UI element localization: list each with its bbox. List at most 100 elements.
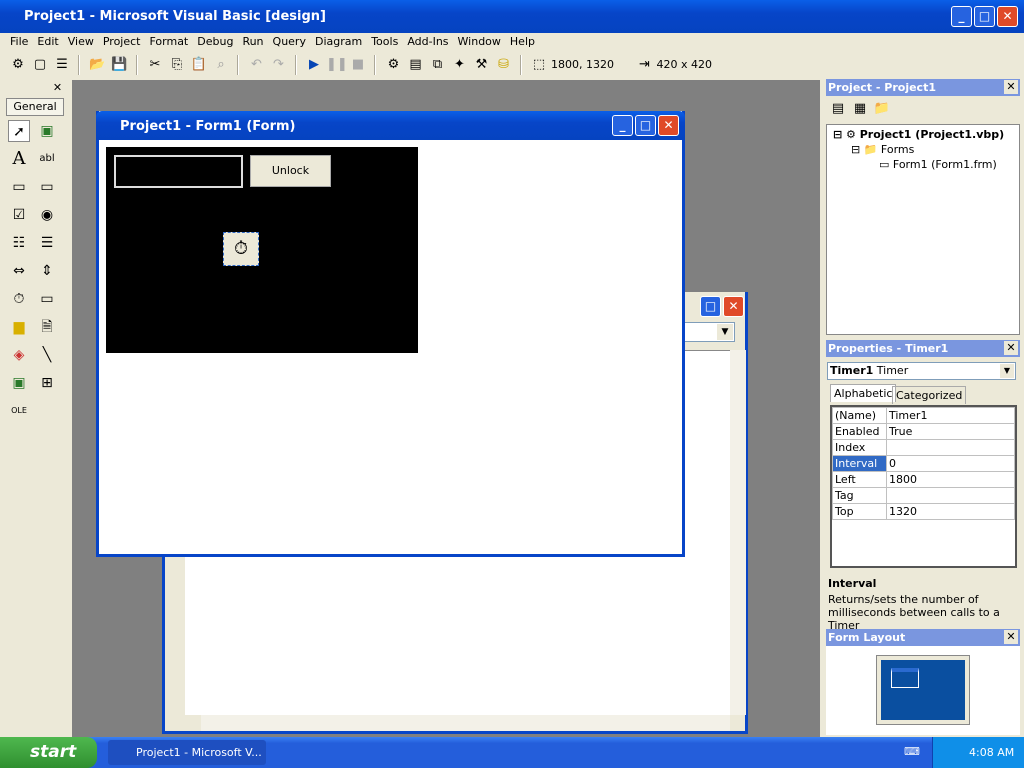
end-icon[interactable]: ■ — [348, 55, 368, 75]
combobox-icon[interactable]: ☷ — [8, 232, 30, 254]
property-row[interactable]: Top 1320 — [832, 503, 1015, 520]
project-explorer-icon[interactable]: ⚙ — [384, 55, 404, 75]
image-icon[interactable]: ▣ — [8, 372, 30, 394]
picturebox-icon[interactable]: ▣ — [36, 120, 58, 142]
ole-icon[interactable]: OLE — [8, 400, 30, 422]
undo-icon[interactable]: ↶ — [247, 55, 267, 75]
form-maximize-button[interactable]: □ — [635, 115, 656, 136]
commandbutton-icon[interactable]: ▭ — [36, 176, 58, 198]
property-value[interactable]: 1800 — [886, 471, 1015, 488]
menu-project[interactable]: Project — [103, 35, 141, 48]
unlock-button[interactable]: Unlock — [250, 155, 331, 187]
property-row[interactable]: (Name) Timer1 — [832, 407, 1015, 424]
shape-icon[interactable]: ◈ — [8, 344, 30, 366]
dirlistbox-icon[interactable]: ▆ — [8, 316, 30, 338]
property-value[interactable] — [886, 439, 1015, 456]
hscrollbar-icon[interactable]: ⇔ — [8, 260, 30, 282]
menu-editor-icon[interactable]: ☰ — [52, 55, 72, 75]
view-object-icon[interactable]: ▦ — [850, 99, 870, 119]
add-form-icon[interactable]: ▢ — [30, 55, 50, 75]
keyboard-icon[interactable]: ⌨ — [904, 745, 920, 758]
property-row[interactable]: Left 1800 — [832, 471, 1015, 488]
code-close-button[interactable]: ✕ — [723, 296, 744, 317]
maximize-button[interactable]: □ — [974, 6, 995, 27]
form-position-preview[interactable] — [891, 668, 919, 688]
menu-diagram[interactable]: Diagram — [315, 35, 362, 48]
menu-window[interactable]: Window — [458, 35, 501, 48]
drivelistbox-icon[interactable]: ▭ — [36, 288, 58, 310]
toolbox-icon[interactable]: ⚒ — [472, 55, 492, 75]
toggle-folders-icon[interactable]: 📁 — [872, 99, 892, 119]
form-close-button[interactable]: ✕ — [658, 115, 679, 136]
menu-help[interactable]: Help — [510, 35, 535, 48]
open-icon[interactable]: 📂 — [88, 55, 108, 75]
timer1-control[interactable]: ⏱ — [223, 232, 259, 266]
tree-item-form1[interactable]: ▭ Form1 (Form1.frm) — [833, 158, 1013, 171]
form-layout-icon[interactable]: ⧉ — [428, 55, 448, 75]
property-row[interactable]: Interval 0 — [832, 455, 1015, 472]
start-button[interactable]: start — [0, 737, 97, 768]
menu-debug[interactable]: Debug — [197, 35, 233, 48]
minimize-button[interactable]: _ — [951, 6, 972, 27]
properties-close-button[interactable]: ✕ — [1004, 341, 1018, 355]
menu-view[interactable]: View — [68, 35, 94, 48]
form-layout-close-button[interactable]: ✕ — [1004, 630, 1018, 644]
taskbar-item-vb[interactable]: Project1 - Microsoft V... — [108, 740, 266, 765]
password-textbox[interactable] — [114, 155, 243, 188]
data-icon[interactable]: ⊞ — [36, 372, 58, 394]
frame-icon[interactable]: ▭ — [8, 176, 30, 198]
menu-run[interactable]: Run — [242, 35, 263, 48]
code-hscrollbar[interactable] — [201, 715, 730, 731]
menu-query[interactable]: Query — [273, 35, 306, 48]
menu-format[interactable]: Format — [149, 35, 188, 48]
data-view-icon[interactable]: ⛁ — [494, 55, 514, 75]
line-icon[interactable]: ╲ — [36, 344, 58, 366]
property-value[interactable]: 1320 — [886, 503, 1015, 520]
toolbox-tab-general[interactable]: General — [6, 98, 64, 116]
filelistbox-icon[interactable]: 🗎 — [36, 316, 58, 338]
checkbox-icon[interactable]: ☑ — [8, 204, 30, 226]
tab-alphabetic[interactable]: Alphabetic — [830, 384, 897, 402]
object-dropdown[interactable]: Timer1 Timer ▼ — [827, 362, 1016, 380]
form1[interactable]: Unlock ⏱ — [106, 147, 418, 353]
tree-item-project[interactable]: ⊟ ⚙ Project1 (Project1.vbp) — [833, 128, 1013, 141]
toolbox-close-button[interactable]: ✕ — [51, 81, 64, 94]
redo-icon[interactable]: ↷ — [269, 55, 289, 75]
property-value[interactable] — [886, 487, 1015, 504]
break-icon[interactable]: ❚❚ — [326, 55, 348, 75]
project-close-button[interactable]: ✕ — [1004, 80, 1018, 94]
menu-tools[interactable]: Tools — [371, 35, 398, 48]
property-row[interactable]: Enabled True — [832, 423, 1015, 440]
object-browser-icon[interactable]: ✦ — [450, 55, 470, 75]
paste-icon[interactable]: 📋 — [189, 55, 209, 75]
vscrollbar-icon[interactable]: ⇕ — [36, 260, 58, 282]
property-value[interactable]: True — [886, 423, 1015, 440]
cut-icon[interactable]: ✂ — [145, 55, 165, 75]
menu-add-ins[interactable]: Add-Ins — [407, 35, 448, 48]
view-code-icon[interactable]: ▤ — [828, 99, 848, 119]
tab-categorized[interactable]: Categorized — [892, 386, 967, 404]
timer-icon[interactable]: ⏱ — [8, 288, 30, 310]
label-icon[interactable]: A — [8, 148, 30, 170]
code-maximize-button[interactable]: □ — [700, 296, 721, 317]
pointer-icon[interactable]: ➚ — [8, 120, 30, 142]
property-value[interactable]: 0 — [886, 455, 1015, 472]
copy-icon[interactable]: ⎘ — [167, 55, 187, 75]
save-icon[interactable]: 💾 — [110, 55, 130, 75]
find-icon[interactable]: ⌕ — [211, 55, 231, 75]
listbox-icon[interactable]: ☰ — [36, 232, 58, 254]
add-project-icon[interactable]: ⚙ — [8, 55, 28, 75]
form-minimize-button[interactable]: _ — [612, 115, 633, 136]
property-row[interactable]: Tag — [832, 487, 1015, 504]
start-icon[interactable]: ▶ — [304, 55, 324, 75]
property-value[interactable]: Timer1 — [886, 407, 1015, 424]
menu-file[interactable]: File — [10, 35, 28, 48]
tree-item-forms[interactable]: ⊟ 📁 Forms — [833, 143, 1013, 156]
close-button[interactable]: ✕ — [997, 6, 1018, 27]
optionbutton-icon[interactable]: ◉ — [36, 204, 58, 226]
property-row[interactable]: Index — [832, 439, 1015, 456]
textbox-icon[interactable]: abl — [36, 148, 58, 170]
code-vscrollbar[interactable] — [730, 350, 746, 715]
menu-edit[interactable]: Edit — [37, 35, 58, 48]
properties-window-icon[interactable]: ▤ — [406, 55, 426, 75]
